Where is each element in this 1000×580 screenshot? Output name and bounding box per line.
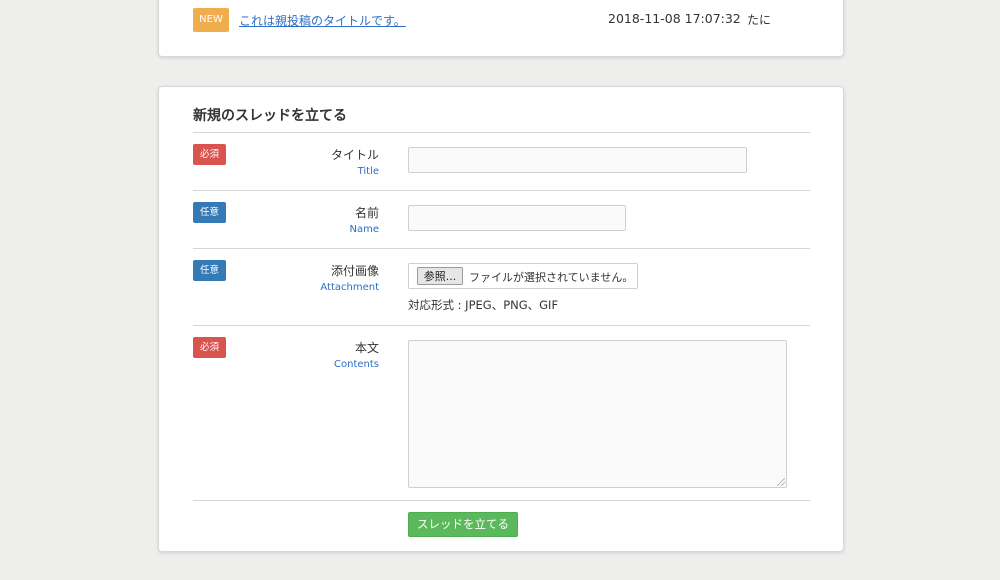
new-badge: NEW xyxy=(193,8,229,32)
create-thread-button[interactable]: スレッドを立てる xyxy=(408,512,518,537)
optional-badge: 任意 xyxy=(193,260,226,281)
recent-posts-panel: NEW これは親投稿のタイトルです。 2018-11-08 17:07:32 た… xyxy=(158,0,844,57)
post-datetime: 2018-11-08 17:07:32 xyxy=(608,11,741,26)
new-thread-form: 新規のスレッドを立てる 必須 タイトル Title 任意 名前 Name 任意 … xyxy=(158,86,844,552)
required-badge: 必須 xyxy=(193,144,226,165)
attachment-sub-label: Attachment xyxy=(320,282,379,293)
file-input[interactable]: 参照... ファイルが選択されていません。 xyxy=(408,263,638,289)
title-input[interactable] xyxy=(408,147,747,173)
divider xyxy=(193,248,810,249)
divider xyxy=(193,325,810,326)
divider xyxy=(193,132,810,133)
title-sub-label: Title xyxy=(357,166,379,177)
post-row: NEW これは親投稿のタイトルです。 2018-11-08 17:07:32 た… xyxy=(193,8,823,32)
form-heading: 新規のスレッドを立てる xyxy=(193,108,347,124)
name-input[interactable] xyxy=(408,205,626,231)
contents-sub-label: Contents xyxy=(334,359,379,370)
optional-badge: 任意 xyxy=(193,202,226,223)
file-status-text: ファイルが選択されていません。 xyxy=(469,271,634,284)
contents-textarea[interactable] xyxy=(408,340,787,488)
post-author: たに xyxy=(747,13,772,27)
divider xyxy=(193,190,810,191)
name-sub-label: Name xyxy=(349,224,379,235)
required-badge: 必須 xyxy=(193,337,226,358)
divider xyxy=(193,500,810,501)
title-label: タイトル xyxy=(330,148,379,162)
post-title-link[interactable]: これは親投稿のタイトルです。 xyxy=(239,12,406,29)
name-label: 名前 xyxy=(354,206,379,220)
resize-handle-icon[interactable] xyxy=(777,478,785,486)
supported-formats-note: 対応形式 : JPEG、PNG、GIF xyxy=(408,298,559,312)
attachment-label: 添付画像 xyxy=(330,264,379,278)
contents-label: 本文 xyxy=(354,341,379,355)
browse-button[interactable]: 参照... xyxy=(417,267,463,285)
